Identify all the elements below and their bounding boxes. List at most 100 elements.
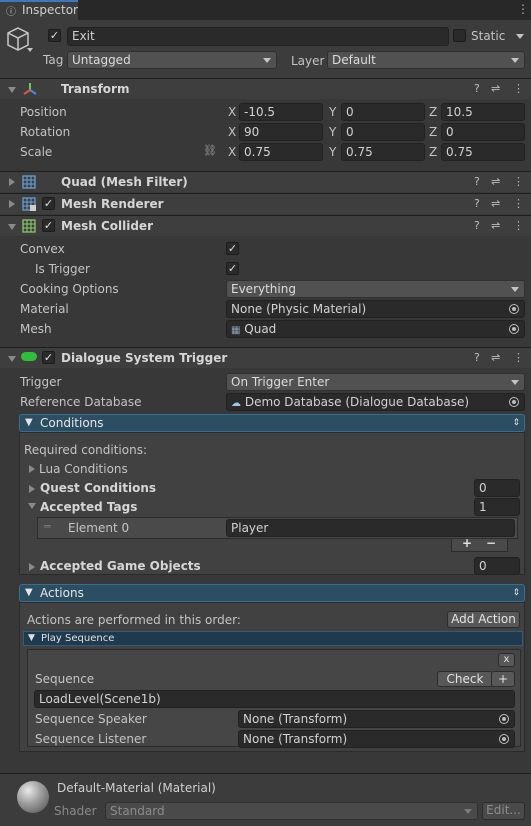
rotation-z-field[interactable]: 0 bbox=[441, 123, 525, 141]
presets-icon[interactable]: ⇌ bbox=[491, 194, 500, 214]
presets-icon[interactable]: ⇌ bbox=[491, 216, 500, 236]
context-menu-icon[interactable]: ⋮ bbox=[513, 79, 524, 99]
help-icon[interactable]: ? bbox=[474, 79, 480, 99]
remove-element-button[interactable]: − bbox=[486, 536, 496, 550]
cooking-options-dropdown[interactable]: Everything bbox=[226, 280, 525, 298]
reference-database-field[interactable]: ☁ Demo Database (Dialogue Database) bbox=[226, 393, 525, 411]
rotation-x-field[interactable]: 90 bbox=[239, 123, 323, 141]
sequence-listener-value: None (Transform) bbox=[243, 732, 348, 746]
shader-value: Standard bbox=[110, 804, 165, 818]
quest-conditions-count[interactable]: 0 bbox=[474, 479, 520, 497]
presets-icon[interactable]: ⇌ bbox=[491, 79, 500, 99]
quest-conditions-label[interactable]: Quest Conditions bbox=[40, 479, 156, 497]
mesh-renderer-header[interactable]: ✓ Mesh Renderer ? ⇌ ⋮ bbox=[0, 193, 531, 214]
axis-y-label: Y bbox=[329, 125, 337, 139]
object-name-field[interactable]: Exit bbox=[67, 27, 449, 46]
layer-dropdown[interactable]: Default bbox=[327, 51, 525, 69]
context-menu-icon[interactable]: ⋮ bbox=[513, 216, 524, 236]
conditions-foldout[interactable]: ▼ Conditions ⇕ bbox=[19, 414, 525, 432]
scale-z-field[interactable]: 0.75 bbox=[441, 143, 525, 161]
material-section: Default-Material (Material) Shader Stand… bbox=[0, 773, 531, 826]
static-dropdown-arrow[interactable] bbox=[516, 34, 524, 39]
rotation-y-field[interactable]: 0 bbox=[341, 123, 425, 141]
position-x-field[interactable]: -10.5 bbox=[239, 103, 323, 121]
object-picker-icon[interactable] bbox=[509, 324, 519, 334]
actions-foldout[interactable]: ▼ Actions ⇕ bbox=[19, 584, 525, 602]
scale-y-field[interactable]: 0.75 bbox=[341, 143, 425, 161]
position-z-field[interactable]: 10.5 bbox=[441, 103, 525, 121]
close-action-button[interactable]: x bbox=[498, 653, 515, 667]
mesh-filter-header[interactable]: Quad (Mesh Filter) ? ⇌ ⋮ bbox=[0, 171, 531, 192]
transform-title: Transform bbox=[61, 82, 130, 96]
axis-z-label: Z bbox=[429, 105, 438, 119]
scale-x-field[interactable]: 0.75 bbox=[239, 143, 323, 161]
object-picker-icon[interactable] bbox=[509, 304, 519, 314]
mesh-value: Quad bbox=[244, 322, 277, 336]
add-action-button[interactable]: Add Action bbox=[447, 611, 520, 628]
check-button[interactable]: Check bbox=[437, 671, 493, 687]
mesh-collider-enabled-checkbox[interactable]: ✓ bbox=[42, 219, 55, 232]
shader-edit-button[interactable]: Edit... bbox=[482, 802, 525, 820]
help-icon[interactable]: ? bbox=[474, 348, 480, 368]
object-header: ✓ Exit Static Tag Untagged Layer Default bbox=[0, 20, 531, 79]
position-y-field[interactable]: 0 bbox=[341, 103, 425, 121]
mesh-collider-header[interactable]: ✓ Mesh Collider ? ⇌ ⋮ bbox=[0, 215, 531, 236]
active-checkbox[interactable]: ✓ bbox=[48, 29, 61, 42]
transform-header[interactable]: Transform ? ⇌ ⋮ bbox=[0, 78, 531, 99]
sequence-listener-field[interactable]: None (Transform) bbox=[238, 730, 515, 748]
accepted-tags-label[interactable]: Accepted Tags bbox=[40, 498, 137, 516]
play-sequence-bar[interactable]: ▼ Play Sequence bbox=[23, 631, 523, 646]
accepted-tags-arrow[interactable] bbox=[28, 503, 36, 509]
tab-inspector[interactable]: ⓘ Inspector bbox=[0, 0, 78, 20]
sequence-text-field[interactable]: LoadLevel(Scene1b) bbox=[34, 690, 515, 708]
lua-conditions-arrow[interactable] bbox=[29, 465, 35, 473]
help-icon[interactable]: ? bbox=[474, 216, 480, 236]
is-trigger-checkbox[interactable]: ✓ bbox=[226, 262, 239, 275]
constrain-proportions-icon[interactable]: ⛓ bbox=[203, 144, 217, 157]
dst-enabled-checkbox[interactable]: ✓ bbox=[42, 351, 55, 364]
accepted-tags-count[interactable]: 1 bbox=[474, 498, 520, 516]
shader-dropdown[interactable]: Standard bbox=[105, 802, 478, 820]
add-element-button[interactable]: + bbox=[462, 536, 472, 550]
window-menu-icon[interactable]: ⋮ bbox=[517, 2, 529, 16]
convex-checkbox[interactable]: ✓ bbox=[226, 242, 239, 255]
mesh-collider-foldout-arrow[interactable] bbox=[8, 224, 16, 230]
accepted-objects-label[interactable]: Accepted Game Objects bbox=[40, 557, 201, 575]
dst-title: Dialogue System Trigger bbox=[61, 351, 228, 365]
object-picker-icon[interactable] bbox=[499, 714, 509, 724]
accepted-objects-count[interactable]: 0 bbox=[474, 557, 520, 575]
icon-dropdown-arrow[interactable] bbox=[27, 48, 33, 52]
context-menu-icon[interactable]: ⋮ bbox=[513, 172, 524, 192]
scale-label: Scale bbox=[20, 145, 53, 159]
transform-foldout-arrow[interactable] bbox=[8, 87, 16, 93]
trigger-dropdown[interactable]: On Trigger Enter bbox=[226, 373, 525, 391]
mesh-filter-foldout-arrow[interactable] bbox=[9, 178, 15, 186]
play-sequence-arrow-icon: ▼ bbox=[28, 633, 35, 643]
element0-field[interactable]: Player bbox=[226, 519, 515, 537]
context-menu-icon[interactable]: ⋮ bbox=[513, 348, 524, 368]
mesh-renderer-enabled-checkbox[interactable]: ✓ bbox=[42, 197, 55, 210]
physic-material-field[interactable]: None (Physic Material) bbox=[226, 300, 525, 318]
lua-conditions-label[interactable]: Lua Conditions bbox=[39, 460, 128, 478]
help-icon[interactable]: ? bbox=[474, 172, 480, 192]
object-picker-icon[interactable] bbox=[499, 734, 509, 744]
sequence-speaker-field[interactable]: None (Transform) bbox=[238, 710, 515, 728]
static-checkbox[interactable] bbox=[453, 29, 466, 42]
quest-conditions-arrow[interactable] bbox=[29, 485, 35, 493]
object-picker-icon[interactable] bbox=[509, 397, 519, 407]
accepted-objects-arrow[interactable] bbox=[29, 563, 35, 571]
sequence-add-button[interactable]: + bbox=[491, 671, 515, 687]
drag-handle-icon[interactable]: ═ bbox=[44, 520, 51, 533]
axis-y-label: Y bbox=[329, 105, 337, 119]
tag-dropdown[interactable]: Untagged bbox=[67, 51, 277, 69]
help-icon[interactable]: ? bbox=[474, 194, 480, 214]
context-menu-icon[interactable]: ⋮ bbox=[513, 194, 524, 214]
presets-icon[interactable]: ⇌ bbox=[491, 348, 500, 368]
tab-title: Inspector bbox=[22, 3, 78, 17]
mesh-renderer-foldout-arrow[interactable] bbox=[9, 200, 15, 208]
presets-icon[interactable]: ⇌ bbox=[491, 172, 500, 192]
sequence-speaker-value: None (Transform) bbox=[243, 712, 348, 726]
dialogue-system-trigger-header[interactable]: ✓ Dialogue System Trigger ? ⇌ ⋮ bbox=[0, 347, 531, 368]
mesh-field[interactable]: ▦ Quad bbox=[226, 320, 525, 338]
dst-foldout-arrow[interactable] bbox=[8, 356, 16, 362]
